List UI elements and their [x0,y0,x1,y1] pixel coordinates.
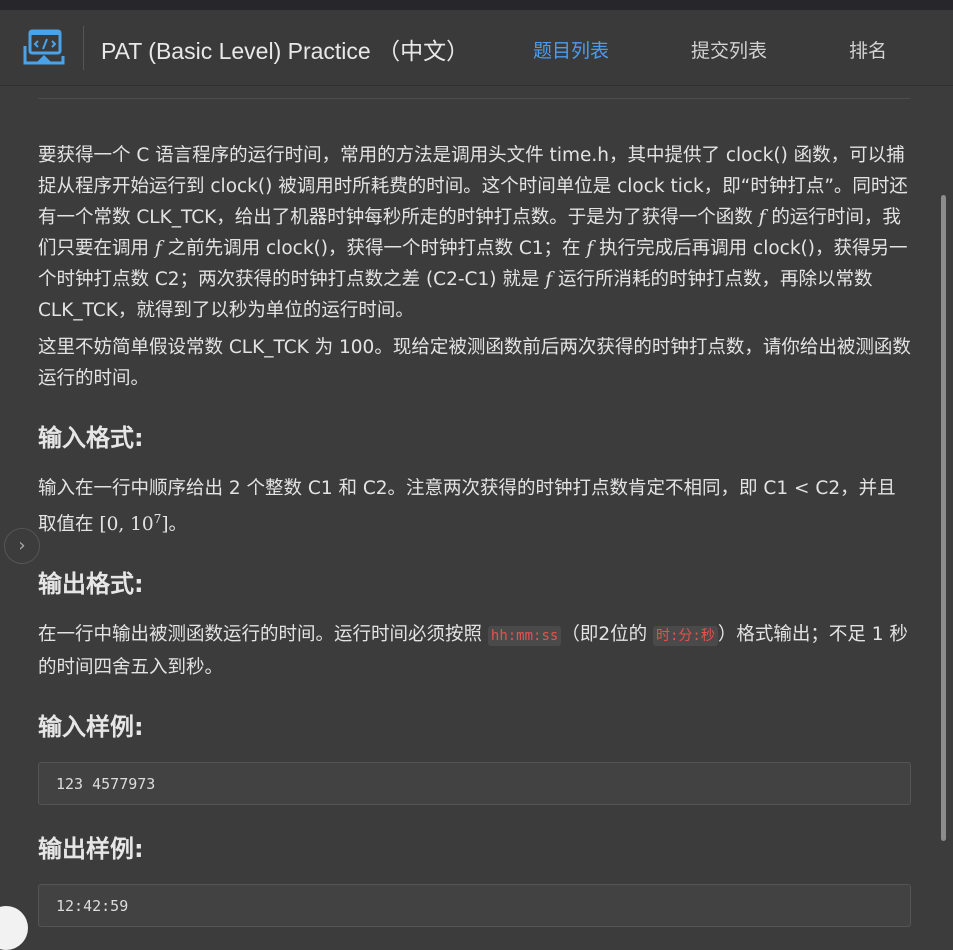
nav-problem-list[interactable]: 题目列表 [533,36,609,63]
problem-content: 要获得一个 C 语言程序的运行时间，常用的方法是调用头文件 time.h，其中提… [38,140,913,949]
scrollbar-thumb[interactable] [941,195,946,841]
inline-code-format: hh:mm:ss [487,626,562,647]
description-paragraph-2: 这里不妨简单假设常数 CLK_TCK 为 100。现给定被测函数前后两次获得的时… [38,337,911,389]
navbar: PAT (Basic Level) Practice （中文） 题目列表 提交列… [0,10,953,86]
top-strip [0,0,953,10]
nav-submission-list[interactable]: 提交列表 [691,36,767,63]
code-window-icon[interactable] [23,29,65,67]
description-paragraph: 要获得一个 C 语言程序的运行时间，常用的方法是调用头文件 time.h，其中提… [38,145,908,321]
output-format-text: 在一行中输出被测函数运行的时间。运行时间必须按照 hh:mm:ss （即2位的 时… [38,624,908,679]
sample-output-code[interactable]: 12:42:59 [38,884,911,928]
content-divider [38,98,910,99]
inline-code-format-cn: 时:分:秒 [652,626,718,647]
sample-input-heading: 输入样例: [38,713,144,742]
sample-output-heading: 输出样例: [38,835,144,864]
input-format-text: 输入在一行中顺序给出 2 个整数 C1 和 C2。注意两次获得的时钟打点数肯定不… [38,478,896,536]
corner-widget[interactable] [0,906,28,950]
nav-divider [83,26,84,70]
output-format-heading: 输出格式: [38,570,144,599]
app-title[interactable]: PAT (Basic Level) Practice （中文） [101,32,469,66]
chevron-right-icon[interactable]: › [4,528,40,564]
input-format-heading: 输入格式: [38,424,144,452]
sample-input-code[interactable]: 123 4577973 [38,762,911,806]
nav-ranking[interactable]: 排名 [849,36,887,63]
